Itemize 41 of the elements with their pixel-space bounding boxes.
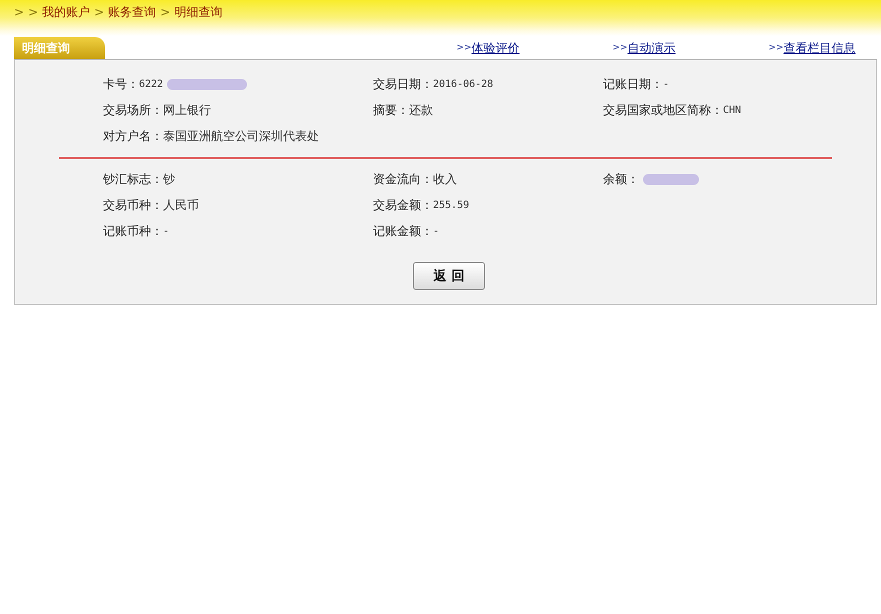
field-value: 人民币 — [163, 197, 199, 214]
breadcrumb-item: > — [160, 4, 170, 20]
field-value: 泰国亚洲航空公司深圳代表处 — [163, 128, 319, 145]
breadcrumb-item: > — [28, 4, 38, 20]
back-button[interactable]: 返 回 — [413, 262, 485, 290]
link[interactable]: 自动演示 — [628, 40, 676, 56]
field-label: 交易币种： — [103, 197, 163, 214]
field-value: 网上银行 — [163, 102, 211, 119]
field-label: 交易场所： — [103, 102, 163, 119]
link[interactable]: 体验评价 — [472, 40, 520, 56]
field-label: 余额： — [603, 171, 639, 188]
field-value: 6222 — [139, 79, 164, 90]
field-value: CHN — [723, 105, 742, 116]
breadcrumb-item: > — [14, 4, 24, 20]
field-value: - — [163, 226, 170, 237]
link-arrows: >> — [612, 43, 628, 53]
breadcrumb-item[interactable]: 账务查询 — [108, 4, 156, 20]
field-label: 钞汇标志： — [103, 171, 163, 188]
field-label: 摘要： — [373, 102, 409, 119]
field-label: 卡号： — [103, 76, 139, 93]
link-arrows: >> — [456, 43, 472, 53]
field-label: 资金流向： — [373, 171, 433, 188]
field-label: 记账币种： — [103, 223, 163, 240]
field-label: 交易金额： — [373, 197, 433, 214]
field-value: - — [663, 79, 670, 90]
breadcrumb-item[interactable]: 我的账户 — [42, 4, 90, 20]
link[interactable]: 查看栏目信息 — [784, 40, 856, 56]
field-label: 对方户名： — [103, 128, 163, 145]
field-label: 记账金额： — [373, 223, 433, 240]
field-label: 交易日期： — [373, 76, 433, 93]
breadcrumb-item[interactable]: 明细查询 — [174, 4, 222, 20]
field-value: 钞 — [163, 171, 175, 188]
field-label: 记账日期： — [603, 76, 663, 93]
field-value: - — [433, 226, 440, 237]
field-value: 还款 — [409, 102, 433, 119]
field-value: 255.59 — [433, 200, 470, 211]
field-value: 2016-06-28 — [433, 79, 494, 90]
field-label: 交易国家或地区简称： — [603, 102, 723, 119]
breadcrumb-item: > — [94, 4, 104, 20]
link-arrows: >> — [768, 43, 784, 53]
field-value: 收入 — [433, 171, 457, 188]
